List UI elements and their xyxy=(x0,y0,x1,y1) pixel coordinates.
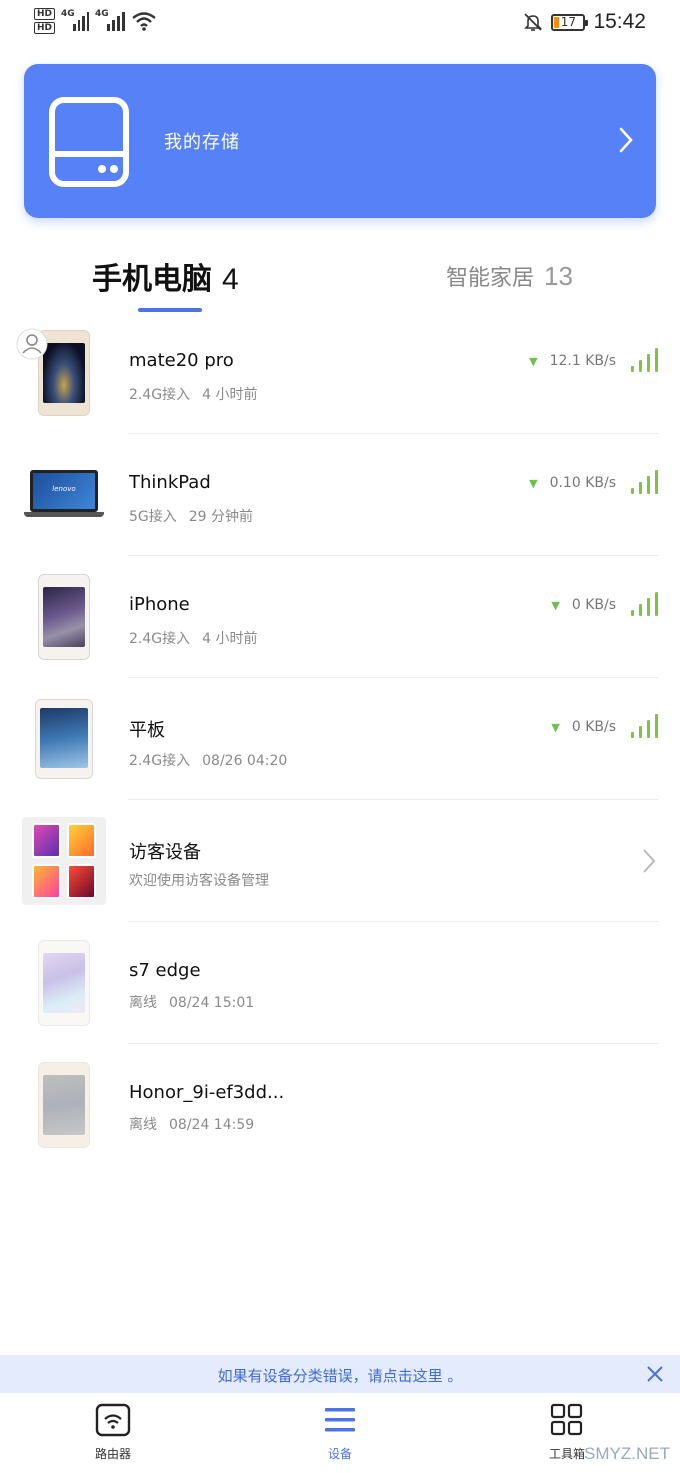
connection-band: 2.4G接入 xyxy=(129,631,191,647)
signal-strength-icon xyxy=(631,470,658,494)
list-icon xyxy=(325,1408,355,1432)
download-arrow-icon: ▼ xyxy=(551,598,560,612)
device-name: ThinkPad xyxy=(129,472,211,493)
device-name: 平板 xyxy=(129,720,165,741)
speed-value: 0 KB/s xyxy=(571,719,616,735)
nav-label: 路由器 xyxy=(94,1447,131,1461)
device-row[interactable]: 平板 2.4G接入 08/26 04:20 ▼ 0 KB/s xyxy=(0,678,680,800)
nav-router[interactable]: 路由器 xyxy=(68,1403,158,1462)
last-seen: 08/24 15:01 xyxy=(169,995,255,1011)
nav-devices[interactable]: 设备 xyxy=(295,1403,385,1462)
connection-band: 5G接入 xyxy=(129,509,177,525)
hard-drive-icon xyxy=(49,97,129,187)
speed-value: 12.1 KB/s xyxy=(549,353,616,369)
tab-label: 智能家居 xyxy=(446,266,535,291)
notice-text[interactable]: 如果有设备分类错误，请点击这里 。 xyxy=(0,1365,680,1386)
tab-smart-home[interactable]: 智能家居 13 xyxy=(446,260,573,292)
speed-readout: ▼ 0.10 KB/s xyxy=(529,475,616,491)
device-name: Honor_9i-ef3dd... xyxy=(129,1082,285,1103)
hd-badge: HD xyxy=(34,8,56,20)
device-thumbnail: lenovo xyxy=(22,450,106,540)
device-row[interactable]: iPhone 2.4G接入 4 小时前 ▼ 0 KB/s xyxy=(0,556,680,678)
speed-value: 0.10 KB/s xyxy=(549,475,616,491)
signal-strength-icon xyxy=(631,348,658,372)
bottom-nav: 路由器 设备 工具箱 xyxy=(0,1393,680,1473)
device-thumbnail xyxy=(22,938,106,1028)
speed-readout: ▼ 0 KB/s xyxy=(551,719,616,735)
laptop-brand: lenovo xyxy=(52,485,76,493)
device-thumbnail xyxy=(22,694,106,784)
grid-icon xyxy=(550,1403,583,1436)
nav-label: 设备 xyxy=(327,1447,352,1461)
wifi-icon xyxy=(132,12,156,31)
device-thumbnail xyxy=(22,1060,106,1150)
signal-icon: 4G xyxy=(95,9,126,31)
signal-strength-icon xyxy=(631,592,658,616)
speed-readout: ▼ 0 KB/s xyxy=(551,597,616,613)
device-list: mate20 pro 2.4G接入 4 小时前 ▼ 12.1 KB/s lenovo… xyxy=(0,312,680,1166)
signal-icon: 4G xyxy=(61,9,90,31)
device-thumbnail xyxy=(22,816,106,906)
device-status: 2.4G接入 4 小时前 xyxy=(129,384,257,404)
device-row[interactable]: Honor_9i-ef3dd... 离线 08/24 14:59 xyxy=(0,1044,680,1166)
last-seen: 4 小时前 xyxy=(202,387,258,403)
guest-description: 欢迎使用访客设备管理 xyxy=(129,873,269,889)
download-arrow-icon: ▼ xyxy=(529,354,538,368)
device-status: 离线 08/24 15:01 xyxy=(129,992,254,1012)
tab-label: 手机电脑 xyxy=(92,262,212,297)
last-seen: 29 分钟前 xyxy=(188,509,254,525)
classification-notice[interactable]: 如果有设备分类错误，请点击这里 。 xyxy=(0,1355,680,1393)
last-seen: 4 小时前 xyxy=(202,631,258,647)
device-thumbnail xyxy=(22,572,106,662)
clock: 15:42 xyxy=(593,10,646,33)
last-seen: 08/26 04:20 xyxy=(202,753,288,769)
chevron-right-icon xyxy=(643,849,656,873)
device-row[interactable]: s7 edge 离线 08/24 15:01 xyxy=(0,922,680,1044)
speed-value: 0 KB/s xyxy=(571,597,616,613)
connection-band: 离线 xyxy=(129,1117,157,1133)
router-icon xyxy=(95,1403,131,1437)
network-label: 4G xyxy=(61,9,75,19)
device-row[interactable]: lenovo ThinkPad 5G接入 29 分钟前 ▼ 0.10 KB/s xyxy=(0,434,680,556)
network-label: 4G xyxy=(95,9,109,19)
chevron-right-icon xyxy=(619,127,633,153)
device-status: 2.4G接入 08/26 04:20 xyxy=(129,750,287,770)
my-storage-card[interactable]: 我的存储 xyxy=(24,64,656,218)
device-status: 2.4G接入 4 小时前 xyxy=(129,628,257,648)
battery-icon: 17 xyxy=(551,13,589,31)
device-name: iPhone xyxy=(129,594,190,615)
download-arrow-icon: ▼ xyxy=(529,476,538,490)
last-seen: 08/24 14:59 xyxy=(169,1117,255,1133)
tab-phones-computers[interactable]: 手机电脑 4 xyxy=(92,254,239,298)
guest-devices-row[interactable]: 访客设备 欢迎使用访客设备管理 xyxy=(0,800,680,922)
connection-band: 2.4G接入 xyxy=(129,753,191,769)
tab-count: 13 xyxy=(544,261,573,291)
user-avatar-icon xyxy=(16,328,48,360)
mute-bell-icon xyxy=(524,13,543,31)
close-icon[interactable] xyxy=(644,1363,666,1385)
device-status: 离线 08/24 14:59 xyxy=(129,1114,254,1134)
connection-band: 离线 xyxy=(129,995,157,1011)
device-status: 5G接入 29 分钟前 xyxy=(129,506,253,526)
status-bar: HD HD 4G 4G 17 15:42 xyxy=(0,0,680,50)
device-name: 访客设备 xyxy=(129,842,201,863)
device-name: s7 edge xyxy=(129,960,201,981)
speed-readout: ▼ 12.1 KB/s xyxy=(529,353,616,369)
watermark: SMYZ.NET xyxy=(584,1444,670,1463)
device-name: mate20 pro xyxy=(129,350,234,371)
connection-band: 2.4G接入 xyxy=(129,387,191,403)
download-arrow-icon: ▼ xyxy=(551,720,560,734)
tab-count: 4 xyxy=(222,263,239,296)
device-row[interactable]: mate20 pro 2.4G接入 4 小时前 ▼ 12.1 KB/s xyxy=(0,312,680,434)
storage-title: 我的存储 xyxy=(164,132,240,153)
signal-strength-icon xyxy=(631,714,658,738)
hd-badge: HD xyxy=(34,22,56,34)
device-thumbnail xyxy=(16,328,106,418)
